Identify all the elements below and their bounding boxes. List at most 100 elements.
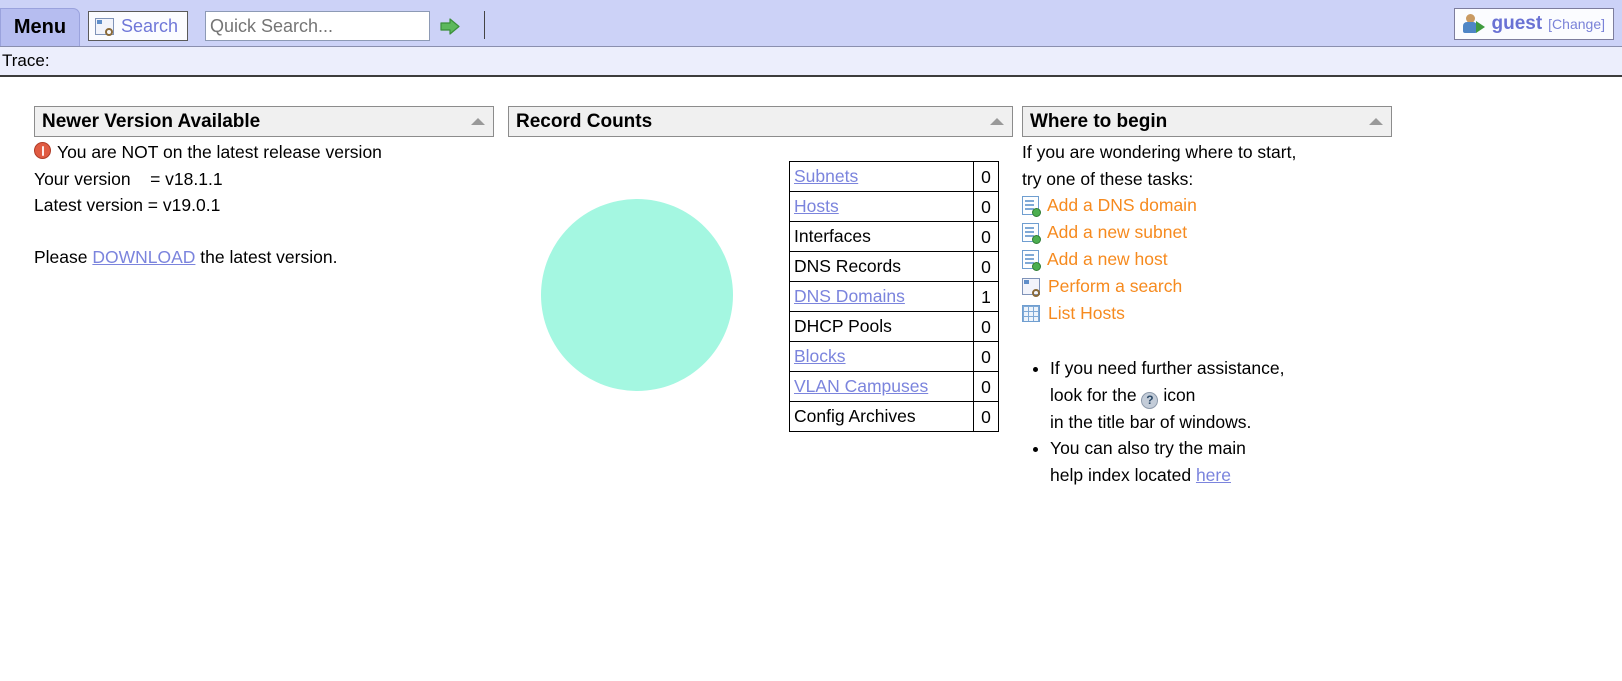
panel-newer-version-title: Newer Version Available	[42, 110, 261, 132]
search-button[interactable]: Search	[88, 11, 189, 41]
warning-icon	[34, 142, 51, 159]
user-name: guest	[1491, 13, 1543, 34]
panel-record-counts-title: Record Counts	[516, 110, 653, 132]
top-toolbar: Menu Search guest [Change]	[0, 0, 1622, 47]
begin-intro-line-1: If you are wondering where to start,	[1022, 142, 1297, 162]
record-count-value: 0	[973, 161, 999, 192]
user-avatar-icon	[1463, 14, 1486, 34]
record-counts-table-body: Subnets 0 Hosts 0 Interfaces 0 DNS Records 0 DNS…	[789, 161, 999, 432]
record-count-value: 0	[973, 341, 999, 372]
search-window-icon	[1022, 278, 1040, 298]
table-row: Config Archives 0	[789, 401, 999, 432]
trace-label: Trace:	[2, 51, 50, 70]
download-prefix: Please	[34, 246, 93, 267]
menu-tab-label: Menu	[13, 16, 67, 38]
record-count-label[interactable]: Hosts	[789, 191, 974, 222]
pie-slice-dns-domains	[541, 199, 733, 391]
panel-newer-version-body: You are NOT on the latest release versio…	[34, 137, 494, 270]
panel-newer-version: Newer Version Available You are NOT on t…	[34, 106, 494, 270]
grid-table-icon	[1022, 305, 1040, 323]
trace-bar: Trace:	[0, 47, 1622, 77]
collapse-triangle-icon[interactable]	[1369, 118, 1383, 125]
table-row: DNS Domains 1	[789, 281, 999, 312]
list-item: You can also try the main help index loc…	[1050, 435, 1392, 488]
record-count-value: 0	[973, 371, 999, 402]
version-warning-text: You are NOT on the latest release versio…	[57, 142, 382, 162]
download-link[interactable]: DOWNLOAD	[92, 247, 195, 267]
panel-record-counts: Record Counts	[508, 106, 1013, 137]
document-add-icon	[1022, 250, 1041, 272]
collapse-triangle-icon[interactable]	[471, 118, 485, 125]
begin-task-add-a-new-subnet[interactable]: Add a new subnet	[1022, 219, 1392, 246]
record-count-label[interactable]: Subnets	[789, 161, 974, 192]
panel-newer-version-header: Newer Version Available	[34, 106, 494, 137]
begin-task-label: Perform a search	[1048, 276, 1183, 297]
panel-where-to-begin-header: Where to begin	[1022, 106, 1392, 137]
help-index-here-link[interactable]: here	[1196, 465, 1231, 485]
record-count-value: 0	[973, 191, 999, 222]
record-count-label: DHCP Pools	[789, 311, 974, 342]
help-question-icon[interactable]: ?	[1141, 391, 1159, 409]
document-add-icon	[1022, 196, 1041, 218]
quick-search-input[interactable]	[205, 11, 430, 41]
record-count-label: DNS Records	[789, 251, 974, 282]
tip2-line2: help index located	[1050, 464, 1196, 485]
table-row: DHCP Pools 0	[789, 311, 999, 342]
search-button-label: Search	[121, 15, 179, 36]
record-count-link[interactable]: Hosts	[794, 196, 839, 216]
begin-task-label: List Hosts	[1048, 303, 1125, 324]
tip1-line2-end: icon	[1158, 384, 1196, 405]
tip1-line3: in the title bar of windows.	[1050, 411, 1252, 432]
begin-task-add-a-new-host[interactable]: Add a new host	[1022, 246, 1392, 273]
search-window-icon	[95, 17, 114, 36]
begin-task-add-a-dns-domain[interactable]: Add a DNS domain	[1022, 192, 1392, 219]
toolbar-divider	[484, 11, 485, 39]
record-count-value: 0	[973, 251, 999, 282]
begin-task-label: Add a new subnet	[1047, 222, 1188, 243]
begin-task-list-hosts[interactable]: List Hosts	[1022, 300, 1392, 327]
collapse-triangle-icon[interactable]	[990, 118, 1004, 125]
table-row: VLAN Campuses 0	[789, 371, 999, 402]
begin-task-label: Add a new host	[1047, 249, 1168, 270]
record-count-label: Interfaces	[789, 221, 974, 252]
latest-version-text: Latest version = v19.0.1	[34, 195, 221, 216]
record-count-label: Config Archives	[789, 401, 974, 432]
record-count-label[interactable]: DNS Domains	[789, 281, 974, 312]
tip1-line2: look for the	[1050, 384, 1142, 405]
record-count-link[interactable]: Blocks	[794, 346, 846, 366]
record-count-label[interactable]: Blocks	[789, 341, 974, 372]
record-count-link[interactable]: DNS Domains	[794, 286, 905, 306]
panel-record-counts-header: Record Counts	[508, 106, 1013, 137]
panel-where-to-begin-title: Where to begin	[1030, 110, 1168, 132]
record-count-link[interactable]: Subnets	[794, 166, 858, 186]
record-count-link[interactable]: VLAN Campuses	[794, 376, 928, 396]
table-row: Subnets 0	[789, 161, 999, 192]
your-version-text: Your version = v18.1.1	[34, 168, 223, 189]
record-count-value: 0	[973, 221, 999, 252]
record-count-value: 1	[973, 281, 999, 312]
begin-task-list: Add a DNS domain Add a new subnet Add a ne…	[1022, 192, 1392, 327]
user-change-link[interactable]: [Change]	[1548, 16, 1605, 32]
table-row: Hosts 0	[789, 191, 999, 222]
user-box[interactable]: guest [Change]	[1454, 8, 1614, 40]
begin-task-label: Add a DNS domain	[1047, 195, 1197, 216]
record-counts-pie-chart	[541, 199, 733, 391]
record-count-value: 0	[973, 401, 999, 432]
record-count-label[interactable]: VLAN Campuses	[789, 371, 974, 402]
version-warning-row: You are NOT on the latest release versio…	[34, 139, 494, 166]
list-item: If you need further assistance, look for…	[1050, 355, 1392, 435]
record-count-value: 0	[973, 311, 999, 342]
begin-task-perform-a-search[interactable]: Perform a search	[1022, 273, 1392, 300]
tip1-line1: If you need further assistance,	[1050, 358, 1285, 379]
panel-where-to-begin: Where to begin If you are wondering wher…	[1022, 106, 1392, 489]
tip2-line1: You can also try the main	[1050, 438, 1246, 459]
download-line: Please DOWNLOAD the latest version.	[34, 244, 494, 271]
menu-tab[interactable]: Menu	[0, 8, 80, 46]
table-row: Blocks 0	[789, 341, 999, 372]
download-suffix: the latest version.	[195, 246, 338, 267]
begin-intro-line-2: try one of these tasks:	[1022, 168, 1194, 189]
table-row: Interfaces 0	[789, 221, 999, 252]
begin-tips-list: If you need further assistance, look for…	[1022, 355, 1392, 488]
go-arrow-icon[interactable]	[440, 18, 460, 35]
